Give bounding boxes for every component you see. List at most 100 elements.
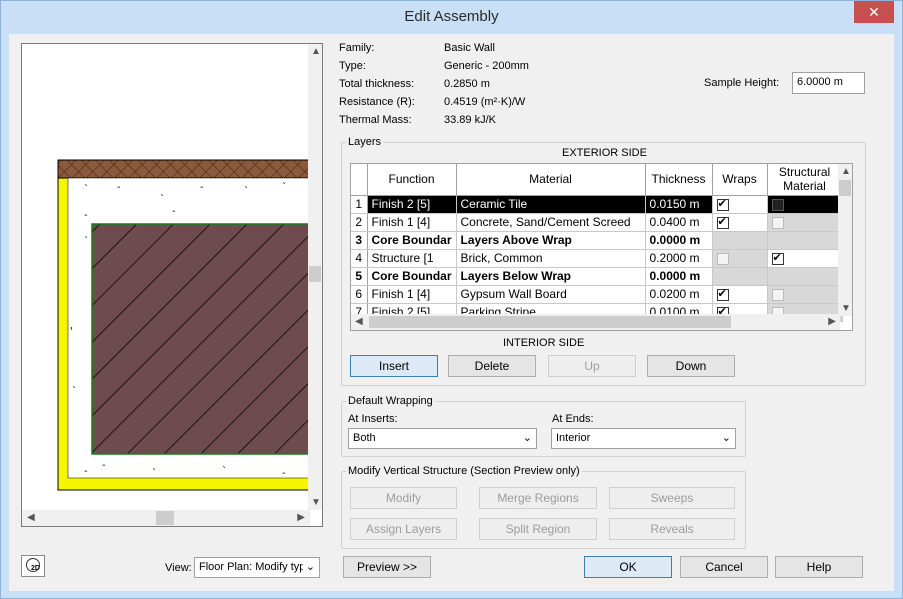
function-cell[interactable]: Core Boundar — [367, 267, 457, 286]
delete-button[interactable]: Delete — [448, 355, 536, 377]
structural-material-cell[interactable] — [767, 285, 843, 304]
thickness-column-header[interactable]: Thickness — [645, 164, 713, 196]
thickness-cell[interactable]: 0.0400 m — [645, 213, 713, 232]
layers-table: Function Material Thickness Wraps Struct… — [350, 163, 853, 331]
checkbox-icon[interactable] — [771, 288, 784, 301]
dialog-title: Edit Assembly — [404, 8, 499, 25]
svg-text:-: - — [117, 182, 121, 193]
thickness-cell[interactable]: 0.0200 m — [645, 285, 713, 304]
thickness-value: 0.2850 m — [444, 78, 490, 90]
merge-regions-button[interactable]: Merge Regions — [479, 487, 597, 509]
svg-text:`: ` — [222, 465, 227, 477]
checkbox-icon[interactable] — [716, 215, 729, 229]
wraps-cell[interactable] — [712, 285, 768, 304]
row-number[interactable]: 4 — [351, 249, 368, 268]
brick-core-layer — [91, 223, 310, 455]
preview-horizontal-scrollbar[interactable]: ◀ ▶ — [22, 510, 310, 526]
view-select[interactable]: Floor Plan: Modify typ ⌄ — [194, 557, 320, 578]
structural-material-cell[interactable] — [767, 267, 843, 286]
material-cell[interactable]: Layers Below Wrap — [456, 267, 646, 286]
wraps-column-header[interactable]: Wraps — [712, 164, 768, 196]
thickness-cell[interactable]: 0.2000 m — [645, 249, 713, 268]
thickness-cell[interactable]: 0.0150 m — [645, 195, 713, 214]
close-button[interactable]: ✕ — [854, 1, 894, 23]
wraps-cell[interactable] — [712, 195, 768, 214]
structural-material-cell[interactable] — [767, 195, 843, 214]
material-cell[interactable]: Concrete, Sand/Cement Screed — [456, 213, 646, 232]
structural-material-cell[interactable] — [767, 231, 843, 250]
wraps-cell[interactable] — [712, 213, 768, 232]
modify-button[interactable]: Modify — [350, 487, 457, 509]
structural-material-column-header[interactable]: Structural Material — [767, 164, 843, 196]
row-number[interactable]: 5 — [351, 267, 368, 286]
checkbox-icon[interactable] — [716, 197, 729, 211]
edit-assembly-dialog: Edit Assembly ✕ ` - - ` ` ` - - ` ' ` - … — [0, 0, 903, 599]
at-inserts-value: Both — [353, 432, 376, 444]
vertical-structure-title: Modify Vertical Structure (Section Previ… — [346, 465, 582, 477]
function-cell[interactable]: Finish 1 [4] — [367, 285, 457, 304]
material-cell[interactable]: Layers Above Wrap — [456, 231, 646, 250]
table-row[interactable]: 1 Finish 2 [5] Ceramic Tile 0.0150 m — [351, 195, 843, 214]
sweeps-button[interactable]: Sweeps — [609, 487, 735, 509]
checkbox-icon[interactable] — [771, 198, 784, 211]
help-button[interactable]: Help — [775, 556, 863, 578]
cancel-button[interactable]: Cancel — [680, 556, 768, 578]
view-value: Floor Plan: Modify typ — [199, 561, 303, 573]
preview-vertical-scrollbar[interactable]: ▲ ▼ — [308, 44, 322, 510]
view-2d-icon[interactable]: 2D — [21, 555, 45, 577]
checkbox-icon[interactable] — [771, 251, 784, 265]
layers-group-title: Layers — [346, 136, 384, 148]
svg-text:`: ` — [84, 235, 89, 247]
ceramic-tile-layer — [57, 159, 310, 179]
chevron-down-icon: ⌄ — [305, 561, 315, 573]
insert-button[interactable]: Insert — [350, 355, 438, 377]
resistance-label: Resistance (R): — [339, 96, 415, 108]
reveals-button[interactable]: Reveals — [609, 518, 735, 540]
row-number[interactable]: 1 — [351, 195, 368, 214]
function-cell[interactable]: Finish 2 [5] — [367, 195, 457, 214]
table-row[interactable]: 3 Core Boundar Layers Above Wrap 0.0000 m — [351, 231, 843, 250]
checkbox-icon[interactable] — [716, 252, 729, 265]
at-inserts-label: At Inserts: — [348, 413, 398, 425]
table-row[interactable]: 2 Finish 1 [4] Concrete, Sand/Cement Scree… — [351, 213, 843, 232]
layers-horizontal-scrollbar[interactable]: ◀ ▶ — [351, 314, 840, 330]
structural-material-cell[interactable] — [767, 249, 843, 268]
split-region-button[interactable]: Split Region — [479, 518, 597, 540]
row-number[interactable]: 6 — [351, 285, 368, 304]
function-column-header[interactable]: Function — [367, 164, 457, 196]
structural-material-cell[interactable] — [767, 213, 843, 232]
function-cell[interactable]: Structure [1 — [367, 249, 457, 268]
svg-text:-: - — [84, 466, 88, 477]
wraps-cell[interactable] — [712, 231, 768, 250]
table-row[interactable]: 4 Structure [1 Brick, Common 0.2000 m — [351, 249, 843, 268]
thickness-cell[interactable]: 0.0000 m — [645, 231, 713, 250]
preview-button[interactable]: Preview >> — [343, 556, 431, 578]
material-cell[interactable]: Brick, Common — [456, 249, 646, 268]
wraps-cell[interactable] — [712, 267, 768, 286]
material-column-header[interactable]: Material — [456, 164, 646, 196]
family-label: Family: — [339, 42, 375, 54]
function-cell[interactable]: Core Boundar — [367, 231, 457, 250]
table-row[interactable]: 6 Finish 1 [4] Gypsum Wall Board 0.0200 m — [351, 285, 843, 304]
down-button[interactable]: Down — [647, 355, 735, 377]
assign-layers-button[interactable]: Assign Layers — [350, 518, 457, 540]
checkbox-icon[interactable] — [771, 216, 784, 229]
material-cell[interactable]: Gypsum Wall Board — [456, 285, 646, 304]
table-row[interactable]: 5 Core Boundar Layers Below Wrap 0.0000 m — [351, 267, 843, 286]
checkbox-icon[interactable] — [716, 287, 729, 301]
up-button[interactable]: Up — [548, 355, 636, 377]
sample-height-input[interactable]: 6.0000 m — [792, 72, 865, 94]
function-cell[interactable]: Finish 1 [4] — [367, 213, 457, 232]
at-ends-select[interactable]: Interior ⌄ — [551, 428, 736, 449]
type-value: Generic - 200mm — [444, 60, 529, 72]
section-preview[interactable]: ` - - ` ` ` - - ` ' ` - ` ` - - ▲ ▼ ◀ ▶ — [21, 43, 323, 527]
ok-button[interactable]: OK — [584, 556, 672, 578]
thickness-cell[interactable]: 0.0000 m — [645, 267, 713, 286]
chevron-down-icon: ⌄ — [522, 432, 532, 444]
row-number[interactable]: 3 — [351, 231, 368, 250]
at-inserts-select[interactable]: Both ⌄ — [348, 428, 537, 449]
row-number[interactable]: 2 — [351, 213, 368, 232]
material-cell[interactable]: Ceramic Tile — [456, 195, 646, 214]
layers-vertical-scrollbar[interactable]: ▲ ▼ — [838, 164, 852, 316]
wraps-cell[interactable] — [712, 249, 768, 268]
